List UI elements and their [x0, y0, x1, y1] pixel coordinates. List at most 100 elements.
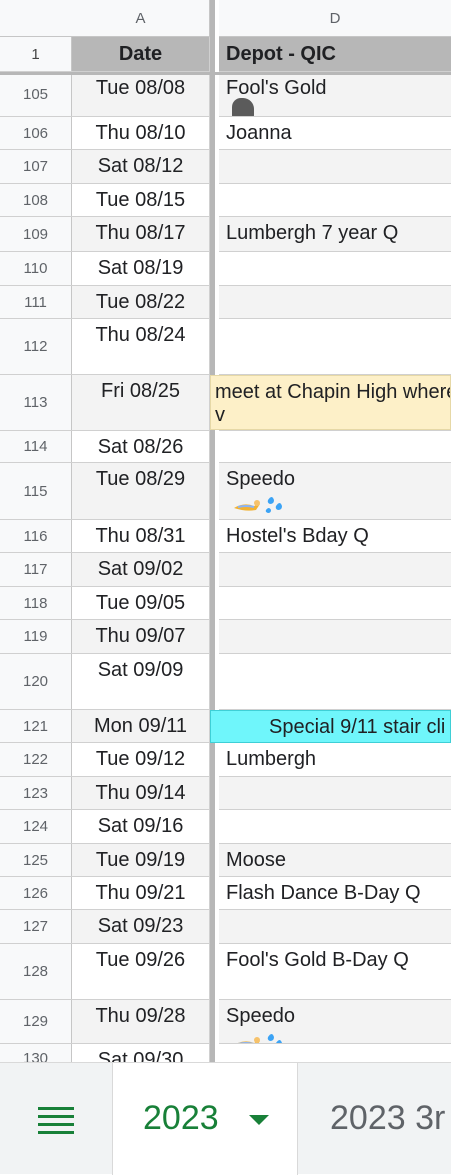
depot-cell[interactable]: Hostel's Bday Q	[219, 520, 451, 552]
row-number[interactable]: 114	[0, 431, 72, 462]
date-cell[interactable]: Mon 09/11	[72, 710, 210, 742]
row-number[interactable]: 121	[0, 710, 72, 742]
row-number[interactable]: 112	[0, 319, 72, 374]
depot-cell[interactable]	[219, 910, 451, 943]
date-cell[interactable]: Thu 09/21	[72, 877, 210, 909]
table-row: 120 Sat 09/09	[0, 654, 451, 710]
column-header-a[interactable]: A	[72, 0, 210, 37]
depot-cell[interactable]: Lumbergh	[219, 743, 451, 776]
depot-cell[interactable]: Speedo	[219, 1000, 451, 1043]
row-number[interactable]: 116	[0, 520, 72, 552]
spreadsheet-grid[interactable]: A D 1 Date Depot - QIC 105 Tue 08/08 Fool'…	[0, 0, 451, 1062]
depot-cell[interactable]	[219, 553, 451, 586]
date-cell[interactable]: Sat 09/09	[72, 654, 210, 709]
date-cell[interactable]: Thu 08/24	[72, 319, 210, 374]
table-row: 107 Sat 08/12	[0, 150, 451, 184]
table-row: 112 Thu 08/24	[0, 319, 451, 375]
depot-cell[interactable]: Moose	[219, 844, 451, 876]
row-number[interactable]: 127	[0, 910, 72, 943]
depot-cell[interactable]: Lumbergh 7 year Q	[219, 217, 451, 251]
row-number[interactable]: 107	[0, 150, 72, 183]
header-row: 1 Date Depot - QIC	[0, 37, 451, 72]
date-cell[interactable]: Sat 08/26	[72, 431, 210, 462]
depot-cell[interactable]	[219, 587, 451, 619]
row-number[interactable]: 119	[0, 620, 72, 653]
date-cell[interactable]: Tue 08/08	[72, 72, 210, 116]
row-number[interactable]: 113	[0, 375, 72, 430]
row-number[interactable]: 106	[0, 117, 72, 149]
special-event-cell-row-121[interactable]: Special 9/11 stair cli	[210, 710, 451, 743]
date-cell[interactable]: Thu 08/31	[72, 520, 210, 552]
row-number[interactable]: 130	[0, 1044, 72, 1062]
date-cell[interactable]: Thu 08/17	[72, 217, 210, 251]
date-cell[interactable]: Thu 08/10	[72, 117, 210, 149]
row-number[interactable]: 110	[0, 252, 72, 285]
date-cell[interactable]: Tue 08/22	[72, 286, 210, 318]
row-number[interactable]: 118	[0, 587, 72, 619]
depot-cell[interactable]	[219, 620, 451, 653]
depot-cell[interactable]: Flash Dance B-Day Q	[219, 877, 451, 909]
row-number[interactable]: 126	[0, 877, 72, 909]
depot-cell[interactable]: Fool's Gold B-Day Q	[219, 944, 451, 999]
date-cell[interactable]: Tue 09/19	[72, 844, 210, 876]
row-number[interactable]: 124	[0, 810, 72, 843]
depot-cell[interactable]	[219, 319, 451, 374]
date-cell[interactable]: Thu 09/28	[72, 1000, 210, 1043]
table-row: 125 Tue 09/19 Moose	[0, 844, 451, 877]
depot-cell[interactable]: Speedo	[219, 463, 451, 519]
row-number[interactable]: 117	[0, 553, 72, 586]
depot-cell[interactable]	[219, 184, 451, 216]
depot-cell[interactable]	[219, 286, 451, 318]
row-number[interactable]: 105	[0, 72, 72, 116]
row-number[interactable]: 120	[0, 654, 72, 709]
table-row: 127 Sat 09/23	[0, 910, 451, 944]
date-cell[interactable]: Tue 09/12	[72, 743, 210, 776]
date-cell[interactable]: Sat 09/23	[72, 910, 210, 943]
depot-cell[interactable]	[219, 1044, 451, 1062]
all-sheets-menu-icon[interactable]	[38, 1107, 74, 1135]
row-number[interactable]: 108	[0, 184, 72, 216]
date-cell[interactable]: Tue 08/29	[72, 463, 210, 519]
table-row: 111 Tue 08/22	[0, 286, 451, 319]
frozen-column-divider[interactable]	[210, 0, 215, 1062]
depot-cell[interactable]: Fool's Gold	[219, 72, 451, 116]
depot-cell[interactable]: Joanna	[219, 117, 451, 149]
date-cell[interactable]: Sat 09/30	[72, 1044, 210, 1062]
row-number[interactable]: 122	[0, 743, 72, 776]
date-cell[interactable]: Sat 08/19	[72, 252, 210, 285]
date-cell[interactable]: Thu 09/07	[72, 620, 210, 653]
table-row: 108 Tue 08/15	[0, 184, 451, 217]
swimmer-splash-icon	[232, 489, 451, 519]
header-date[interactable]: Date	[72, 37, 210, 71]
tab-dropdown-caret-icon[interactable]	[249, 1115, 269, 1125]
date-cell[interactable]: Tue 08/15	[72, 184, 210, 216]
row-number[interactable]: 128	[0, 944, 72, 999]
note-cell-row-113[interactable]: meet at Chapin High where v	[210, 375, 451, 430]
column-header-d[interactable]: D	[219, 0, 451, 37]
sheet-tab-next[interactable]: 2023 3r	[330, 1099, 445, 1138]
date-cell[interactable]: Fri 08/25	[72, 375, 210, 430]
date-cell[interactable]: Thu 09/14	[72, 777, 210, 809]
header-depot[interactable]: Depot - QIC	[219, 37, 451, 71]
row-number[interactable]: 125	[0, 844, 72, 876]
date-cell[interactable]: Sat 09/16	[72, 810, 210, 843]
row-number[interactable]: 123	[0, 777, 72, 809]
depot-cell[interactable]	[219, 431, 451, 462]
row-number[interactable]: 115	[0, 463, 72, 519]
date-cell[interactable]: Tue 09/26	[72, 944, 210, 999]
sheet-tab-2023[interactable]: 2023	[112, 1063, 298, 1175]
date-cell[interactable]: Sat 09/02	[72, 553, 210, 586]
depot-cell[interactable]	[219, 810, 451, 843]
date-cell[interactable]: Tue 09/05	[72, 587, 210, 619]
row-number[interactable]: 111	[0, 286, 72, 318]
row-number[interactable]: 1	[0, 37, 72, 71]
frozen-row-divider[interactable]	[0, 72, 451, 75]
depot-cell[interactable]	[219, 654, 451, 709]
depot-cell[interactable]	[219, 150, 451, 183]
depot-cell[interactable]	[219, 777, 451, 809]
select-all-corner[interactable]	[0, 0, 72, 37]
row-number[interactable]: 109	[0, 217, 72, 251]
date-cell[interactable]: Sat 08/12	[72, 150, 210, 183]
depot-cell[interactable]	[219, 252, 451, 285]
row-number[interactable]: 129	[0, 1000, 72, 1043]
